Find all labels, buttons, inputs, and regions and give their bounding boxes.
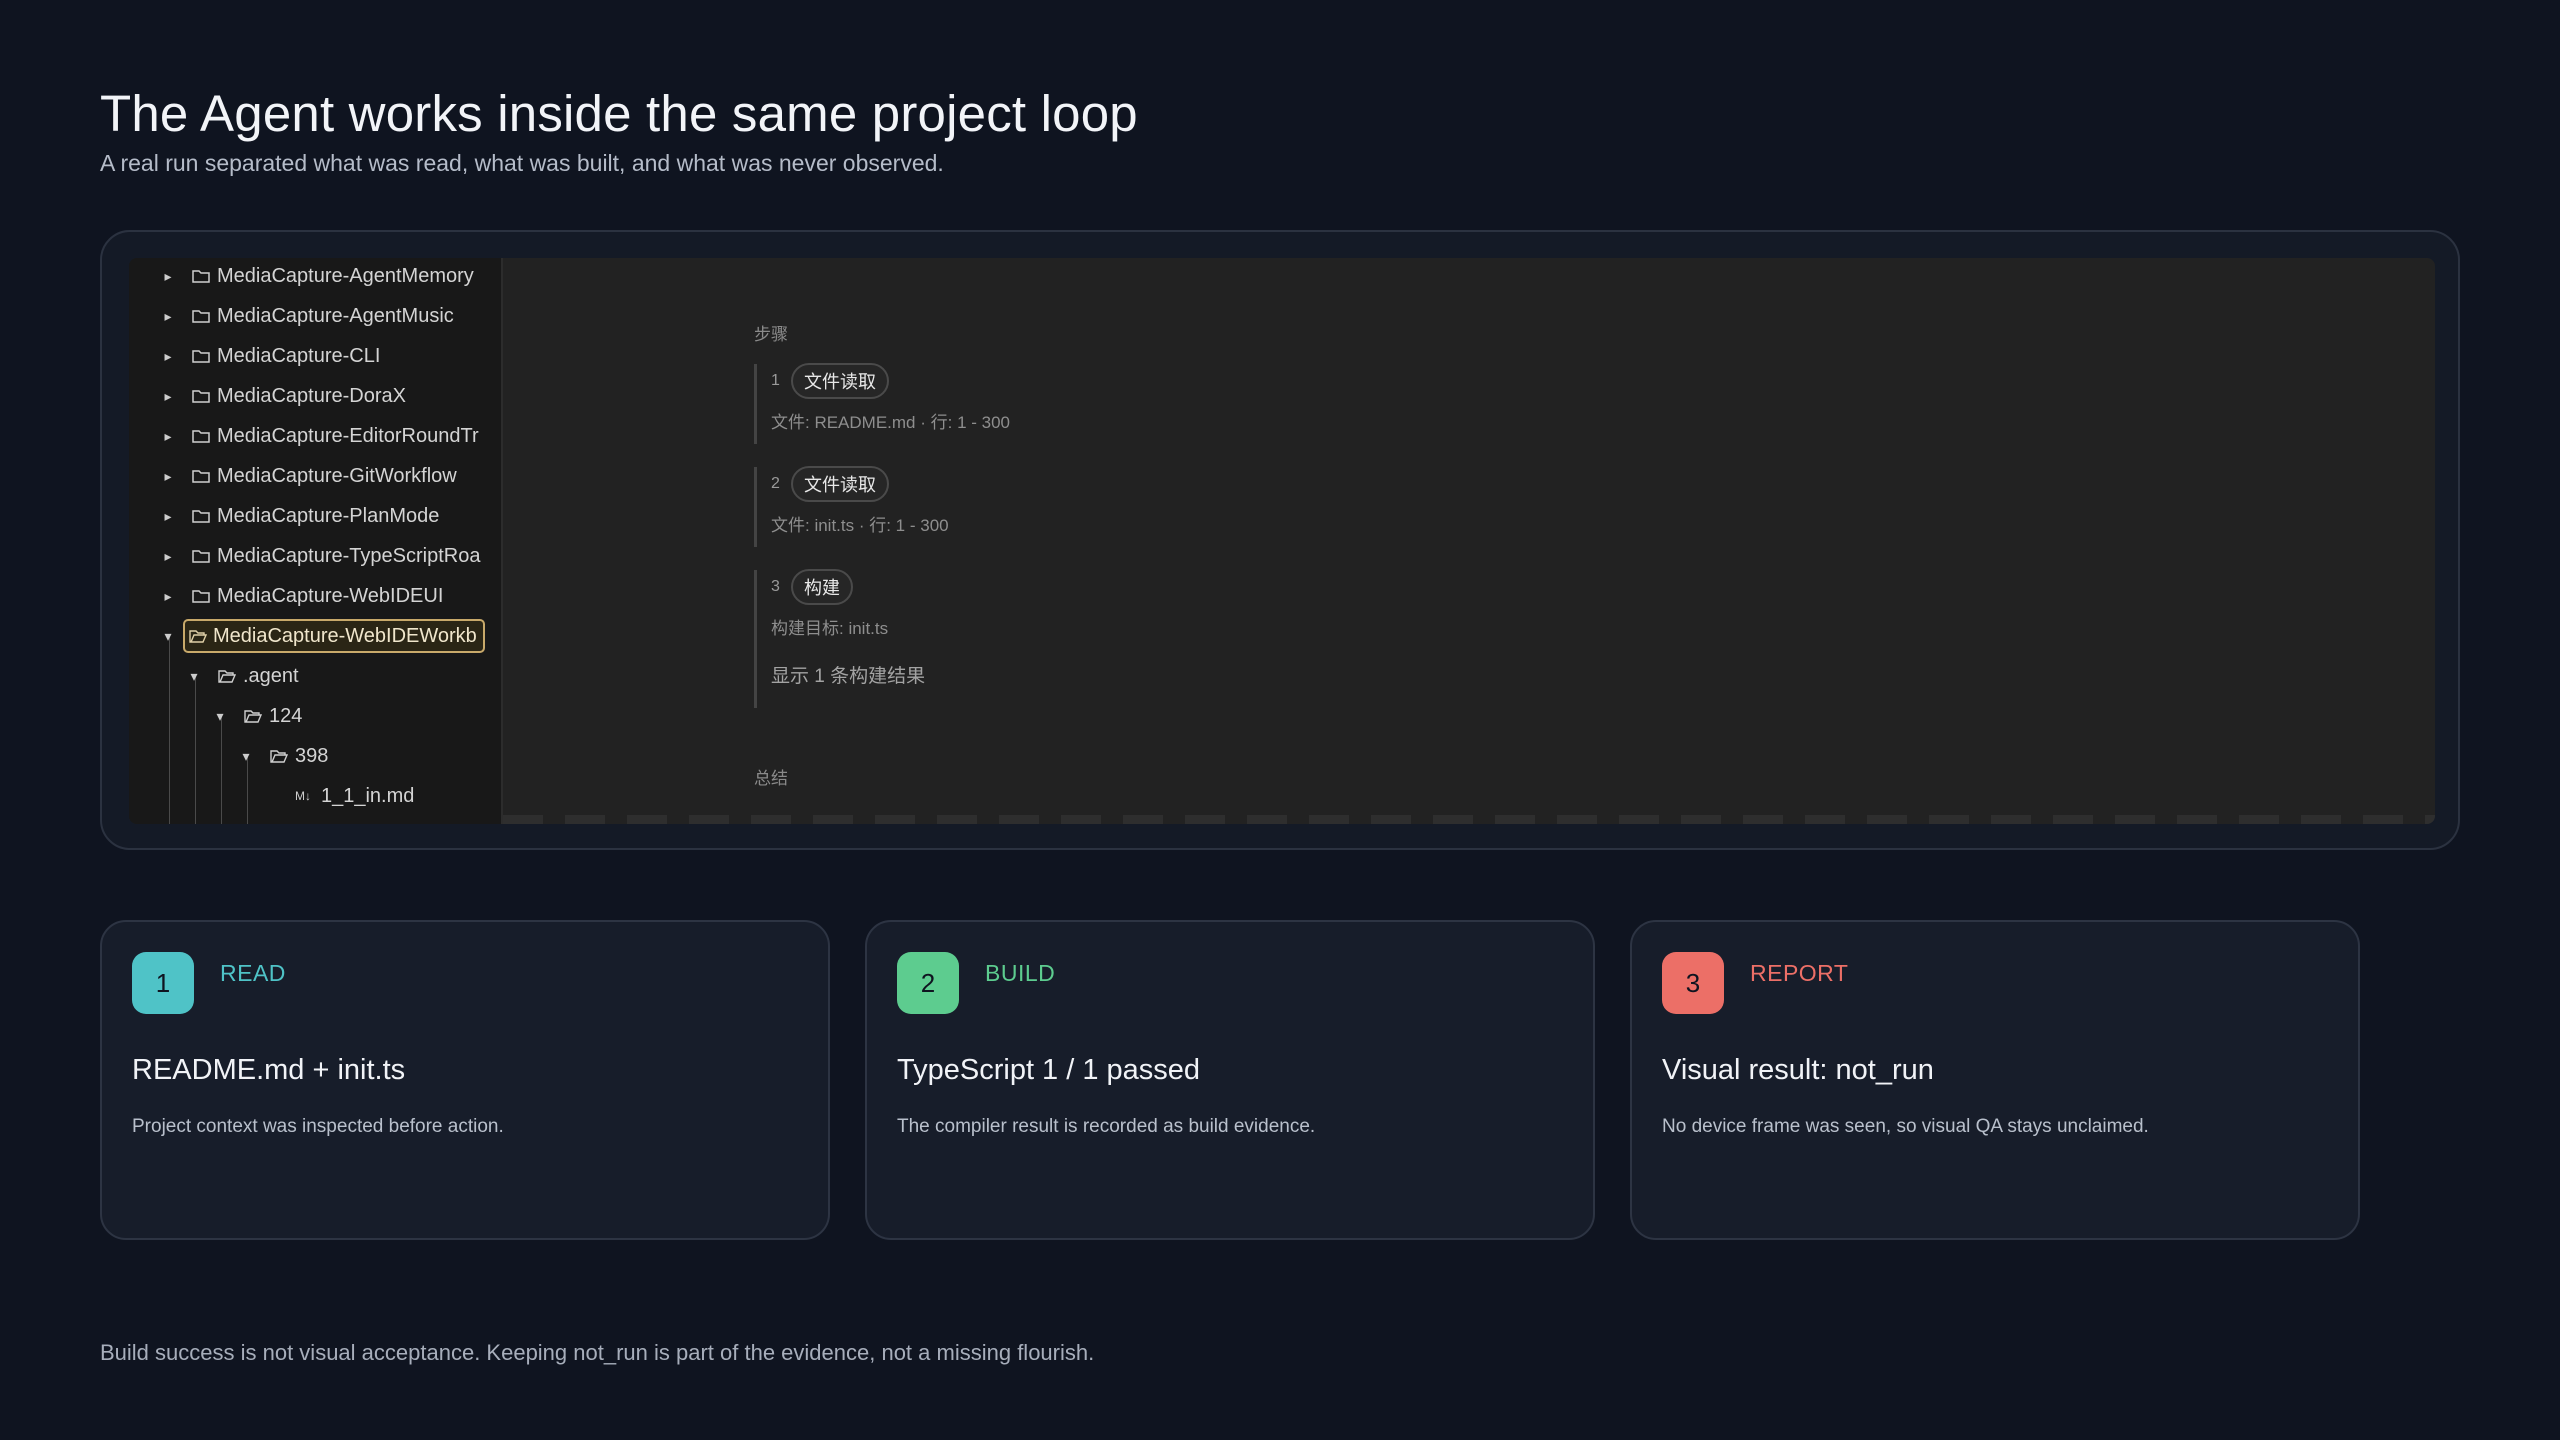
chevron-right-icon: ▸ [164,347,172,364]
read-card: 1 READ README.md + init.ts Project conte… [100,920,830,1240]
chevron-down-icon: ▾ [216,707,224,724]
chevron-right-icon: ▸ [164,547,172,564]
tree-item-label: MediaCapture-CLI [217,344,381,367]
card-description: The compiler result is recorded as build… [897,1116,1316,1137]
step-2: 2 文件读取 文件: init.ts · 行: 1 - 300 [754,466,949,547]
card-kind: READ [220,960,286,986]
step-type-badge: 文件读取 [791,363,889,399]
tree-item-md-file[interactable]: M↓ 1_1_in.md [265,778,501,814]
build-results-link[interactable]: 显示 1 条构建结果 [771,661,925,688]
summary-heading: 总结 [754,769,788,788]
step-type-badge: 构建 [791,569,853,605]
folder-open-icon [218,670,237,683]
step-number: 2 [771,475,780,492]
tree-item-label: 398 [295,744,329,767]
tree-item-label: MediaCapture-GitWorkflow [217,464,457,487]
tree-item-label: MediaCapture-AgentMemory [217,264,474,287]
step-number-badge: 1 [132,952,194,1014]
folder-icon [192,430,210,443]
tree-item-label: MediaCapture-TypeScriptRoa [217,544,481,567]
chevron-right-icon: ▸ [164,467,172,484]
tree-item-agentmemory[interactable]: ▸ MediaCapture-AgentMemory [161,258,501,294]
step-1: 1 文件读取 文件: README.md · 行: 1 - 300 [754,363,1010,444]
footnote: Build success is not visual acceptance. … [100,1340,1095,1365]
chevron-right-icon: ▸ [164,267,172,284]
selected-item-highlight: MediaCapture-WebIDEWorkb [183,619,485,653]
report-card: 3 REPORT Visual result: not_run No devic… [1630,920,2360,1240]
step-type-badge: 文件读取 [791,466,889,502]
card-title: Visual result: not_run [1662,1054,1934,1086]
step-3: 3 构建 构建目标: init.ts 显示 1 条构建结果 [754,569,925,708]
page-title: The Agent works inside the same project … [100,85,1138,142]
step-number-badge: 2 [897,952,959,1014]
clipped-summary-text [503,815,2435,824]
step-detail: 构建目标: init.ts [771,619,889,638]
folder-icon [192,590,210,603]
tree-item-label: 1_1_in.md [321,784,415,807]
tree-item-gitworkflow[interactable]: ▸ MediaCapture-GitWorkflow [161,458,501,494]
chevron-right-icon: ▸ [164,587,172,604]
step-number: 1 [771,372,780,389]
agent-run-panel: 步骤 1 文件读取 文件: README.md · 行: 1 - 300 2 文… [503,258,2435,824]
tree-item-label: MediaCapture-WebIDEWorkb [213,624,477,647]
step-detail: 文件: README.md · 行: 1 - 300 [771,413,1010,432]
folder-open-icon [244,710,263,723]
tree-item-cli[interactable]: ▸ MediaCapture-CLI [161,338,501,374]
indent-guide [195,676,196,824]
folder-icon [192,550,210,563]
card-description: Project context was inspected before act… [132,1116,504,1137]
card-title: TypeScript 1 / 1 passed [897,1054,1201,1086]
folder-icon [192,310,210,323]
card-description: No device frame was seen, so visual QA s… [1662,1116,2149,1137]
tree-item-webideui[interactable]: ▸ MediaCapture-WebIDEUI [161,578,501,614]
folder-icon [192,350,210,363]
step-number-badge: 3 [1662,952,1724,1014]
card-kind: REPORT [1750,960,1849,986]
ide-screenshot: ▸ MediaCapture-AgentMemory ▸ MediaCaptur… [129,258,2435,824]
tree-item-label: MediaCapture-AgentMusic [217,304,454,327]
folder-icon [192,270,210,283]
markdown-file-icon: M↓ [295,789,311,803]
tree-item-webideworkbench[interactable]: ▾ MediaCapture-WebIDEWorkb [161,618,501,654]
tree-item-label: 124 [269,704,303,727]
card-title: README.md + init.ts [132,1054,406,1086]
tree-item-planmode[interactable]: ▸ MediaCapture-PlanMode [161,498,501,534]
indent-guide [169,636,170,824]
steps-heading: 步骤 [754,325,788,344]
tree-item-label: MediaCapture-EditorRoundTr [217,424,479,447]
file-explorer: ▸ MediaCapture-AgentMemory ▸ MediaCaptur… [129,258,503,824]
folder-open-icon [189,630,207,643]
tree-item-editorroundtrip[interactable]: ▸ MediaCapture-EditorRoundTr [161,418,501,454]
chevron-right-icon: ▸ [164,387,172,404]
page-subtitle: A real run separated what was read, what… [100,150,944,176]
tree-item-agent-folder[interactable]: ▾ .agent [187,658,501,694]
tree-item-dorax[interactable]: ▸ MediaCapture-DoraX [161,378,501,414]
chevron-down-icon: ▾ [190,667,198,684]
tree-item-label: MediaCapture-WebIDEUI [217,584,444,607]
tree-item-124-folder[interactable]: ▾ 124 [213,698,501,734]
folder-open-icon [270,750,289,763]
tree-item-398-folder[interactable]: ▾ 398 [239,738,501,774]
chevron-right-icon: ▸ [164,307,172,324]
step-number: 3 [771,578,780,595]
card-kind: BUILD [985,960,1056,986]
step-detail: 文件: init.ts · 行: 1 - 300 [771,516,949,535]
chevron-right-icon: ▸ [164,507,172,524]
build-card: 2 BUILD TypeScript 1 / 1 passed The comp… [865,920,1595,1240]
screenshot-frame: ▸ MediaCapture-AgentMemory ▸ MediaCaptur… [100,230,2460,850]
chevron-down-icon: ▾ [164,627,172,644]
tree-item-label: .agent [243,664,299,687]
tree-item-label: MediaCapture-PlanMode [217,504,440,527]
tree-item-agentmusic[interactable]: ▸ MediaCapture-AgentMusic [161,298,501,334]
folder-icon [192,510,210,523]
chevron-right-icon: ▸ [164,427,172,444]
tree-item-typescriptroadmap[interactable]: ▸ MediaCapture-TypeScriptRoa [161,538,501,574]
tree-item-label: MediaCapture-DoraX [217,384,406,407]
folder-icon [192,470,210,483]
folder-icon [192,390,210,403]
chevron-down-icon: ▾ [242,747,250,764]
